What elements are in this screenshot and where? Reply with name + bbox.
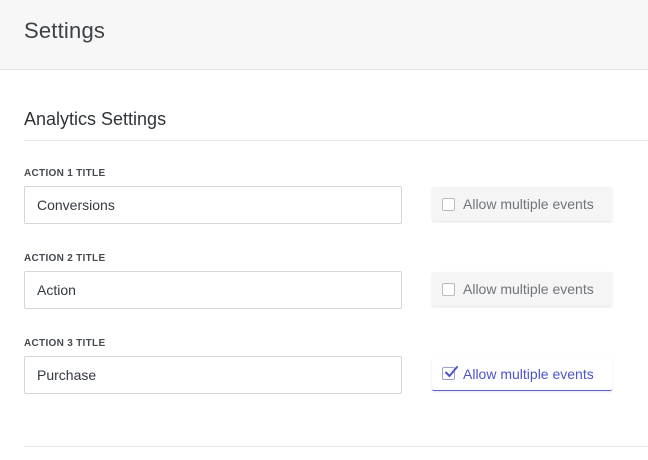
action-2-label: ACTION 2 TITLE: [24, 253, 106, 264]
footer-divider: [24, 446, 648, 447]
action-3-label: ACTION 3 TITLE: [24, 338, 106, 349]
section-divider: [24, 140, 648, 141]
checkmark-icon: [445, 366, 458, 377]
action-1-allow-multiple-checkbox[interactable]: Allow multiple events: [432, 187, 612, 221]
action-2-checkbox-label: Allow multiple events: [463, 281, 594, 297]
action-2-title-input[interactable]: [24, 271, 402, 309]
section-title: Analytics Settings: [24, 109, 167, 129]
checkbox-square-icon[interactable]: [442, 282, 455, 296]
checkbox-square-icon[interactable]: [442, 366, 458, 380]
action-3-checkbox-label: Allow multiple events: [463, 365, 594, 382]
page-header: Settings: [0, 0, 648, 70]
action-3-allow-multiple-checkbox[interactable]: Allow multiple events: [432, 357, 612, 391]
action-1-title-input[interactable]: [24, 186, 402, 224]
action-3-title-input[interactable]: [24, 356, 402, 394]
page-title: Settings: [24, 18, 106, 43]
action-1-label: ACTION 1 TITLE: [24, 168, 106, 179]
action-2-allow-multiple-checkbox[interactable]: Allow multiple events: [432, 272, 612, 306]
checkbox-square-icon[interactable]: [442, 197, 455, 211]
action-1-checkbox-label: Allow multiple events: [463, 196, 594, 212]
